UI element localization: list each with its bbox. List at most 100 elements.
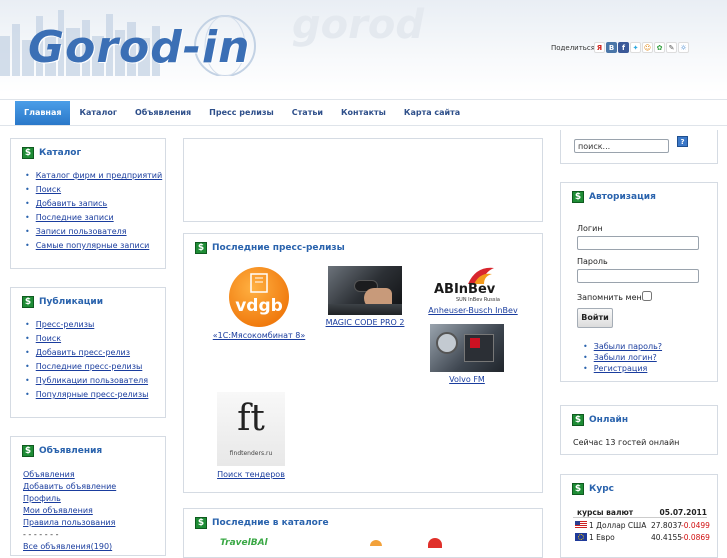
menu-item[interactable]: Добавить пресс-релиз <box>25 346 148 360</box>
main-nav: Главная Каталог Объявления Пресс релизы … <box>0 99 727 126</box>
rates-header-label: курсы валют <box>577 508 634 517</box>
bookmark-icon[interactable]: ✎ <box>666 42 677 53</box>
twitter-icon[interactable]: ✦ <box>630 42 641 53</box>
people-icon[interactable]: ☺ <box>642 42 653 53</box>
nav-item-home[interactable]: Главная <box>15 101 71 125</box>
login-field[interactable] <box>577 236 699 250</box>
nav-item-ads[interactable]: Объявления <box>126 101 200 125</box>
menu-item[interactable]: Добавить запись <box>25 197 162 211</box>
rate-row: 1 Евро 40.4155 -0.0869 <box>575 532 711 543</box>
rates-header: курсы валют 05.07.2011 <box>573 507 707 518</box>
dollar-icon: $ <box>572 191 584 203</box>
banner-box <box>183 138 543 222</box>
publications-title: $ Публикации <box>22 296 103 308</box>
menu-item[interactable]: Объявления <box>23 469 116 481</box>
password-field[interactable] <box>577 269 699 283</box>
site-header: gorod Gorod-in Поделиться Я B f ✦ ☺ ✿ ✎ … <box>0 0 727 93</box>
menu-item[interactable]: Последние записи <box>25 211 162 225</box>
menu-item[interactable]: Поиск <box>25 332 148 346</box>
catalog-box: $ Каталог Каталог фирм и предприятий Пои… <box>10 138 166 269</box>
findtenders-logo[interactable]: ft findtenders.ru <box>217 392 285 466</box>
findtenders-logo-sub: findtenders.ru <box>229 450 273 457</box>
publications-box: $ Публикации Пресс-релизы Поиск Добавить… <box>10 287 166 418</box>
menu-separator: - - - - - - - <box>23 530 59 539</box>
dollar-icon: $ <box>22 445 34 457</box>
menu-item[interactable]: Записи пользователя <box>25 225 162 239</box>
vk-icon[interactable]: B <box>606 42 617 53</box>
catalog-item-graphic[interactable] <box>428 538 442 548</box>
press-caption[interactable]: Anheuser-Busch InBev <box>420 306 526 315</box>
remember-checkbox[interactable] <box>642 291 652 301</box>
engine-photo[interactable] <box>430 324 504 372</box>
nav-item-catalog[interactable]: Каталог <box>70 101 126 125</box>
rates-title: $ Курс <box>572 483 614 495</box>
nav-item-sitemap[interactable]: Карта сайта <box>395 101 469 125</box>
nav-item-contacts[interactable]: Контакты <box>332 101 395 125</box>
press-caption[interactable]: Volvo FM <box>424 375 510 384</box>
catalog-title: $ Каталог <box>22 147 81 159</box>
login-label: Логин <box>577 224 603 233</box>
abinbev-logo[interactable]: ABInBev SUN InBev Russia <box>430 264 508 306</box>
menu-item[interactable]: Все объявления(190) <box>23 541 116 553</box>
share-label: Поделиться <box>551 44 595 52</box>
catalog-menu: Каталог фирм и предприятий Поиск Добавит… <box>25 169 162 253</box>
abinbev-logo-text: ABInBev <box>434 282 496 297</box>
rates-date: 05.07.2011 <box>659 508 707 517</box>
menu-item[interactable]: Публикации пользователя <box>25 374 148 388</box>
nav-item-articles[interactable]: Статьи <box>283 101 332 125</box>
mail-icon[interactable]: ✿ <box>654 42 665 53</box>
nav-item-press[interactable]: Пресс релизы <box>200 101 283 125</box>
menu-item[interactable]: Профиль <box>23 493 116 505</box>
forgot-login-link[interactable]: Забыли логин? <box>583 352 662 363</box>
catalog-item-graphic[interactable] <box>370 540 382 546</box>
catalog-item-logo[interactable]: TravelBAl <box>220 538 268 548</box>
press-title: $ Последние пресс-релизы <box>195 242 345 254</box>
menu-item[interactable]: Добавить объявление <box>23 481 116 493</box>
menu-item[interactable]: Поиск <box>25 183 162 197</box>
menu-item[interactable]: Мои объявления <box>23 505 116 517</box>
press-caption[interactable]: MAGIC CODE PRO 2 <box>318 318 412 327</box>
register-link[interactable]: Регистрация <box>583 363 662 374</box>
remember-label: Запомнить меня <box>577 293 647 302</box>
online-count: Сейчас 13 гостей онлайн <box>573 438 680 447</box>
vdgb-logo-text: vdgb <box>235 296 283 316</box>
vdgb-logo[interactable]: vdgb <box>226 266 292 328</box>
search-box: ? <box>560 130 718 164</box>
press-caption[interactable]: Поиск тендеров <box>208 470 294 479</box>
press-caption[interactable]: «1С:Мясокомбинат 8» <box>206 331 312 340</box>
facebook-icon[interactable]: f <box>618 42 629 53</box>
site-logo[interactable]: Gorod-in <box>28 22 250 73</box>
auth-title: $ Авторизация <box>572 191 656 203</box>
ads-box: $ Объявления Объявления Добавить объявле… <box>10 436 166 556</box>
search-input[interactable] <box>574 139 669 153</box>
menu-item[interactable]: Популярные пресс-релизы <box>25 388 149 402</box>
odnoklassniki-icon[interactable]: ☼ <box>678 42 689 53</box>
dollar-icon: $ <box>22 147 34 159</box>
menu-item[interactable]: Правила пользования <box>23 517 116 529</box>
menu-item[interactable]: Самые популярные записи <box>25 239 162 253</box>
findtenders-logo-text: ft <box>237 398 265 439</box>
rate-row: 1 Доллар США 27.8037 -0.0499 <box>575 520 711 531</box>
help-icon[interactable]: ? <box>677 136 688 147</box>
forgot-password-link[interactable]: Забыли пароль? <box>583 341 662 352</box>
menu-item[interactable]: Последние пресс-релизы <box>25 360 148 374</box>
us-flag-icon <box>575 521 587 529</box>
yandex-icon[interactable]: Я <box>594 42 605 53</box>
latest-catalog-title: $ Последние в каталоге <box>195 517 329 529</box>
share-icons: Я B f ✦ ☺ ✿ ✎ ☼ <box>594 42 689 53</box>
password-label: Пароль <box>577 257 608 266</box>
menu-item[interactable]: Каталог фирм и предприятий <box>25 169 162 183</box>
auth-links: Забыли пароль? Забыли логин? Регистрация <box>583 341 662 374</box>
login-button[interactable]: Войти <box>577 308 613 328</box>
menu-item[interactable]: Пресс-релизы <box>25 318 148 332</box>
dollar-icon: $ <box>22 296 34 308</box>
dollar-icon: $ <box>572 414 584 426</box>
dollar-icon: $ <box>572 483 584 495</box>
dollar-icon: $ <box>195 242 207 254</box>
online-box: $ Онлайн Сейчас 13 гостей онлайн <box>560 405 718 455</box>
latest-catalog-box: $ Последние в каталоге TravelBAl <box>183 508 543 558</box>
car-key-photo[interactable] <box>328 266 402 315</box>
auth-box: $ Авторизация Логин Пароль Запомнить мен… <box>560 182 718 382</box>
ads-title: $ Объявления <box>22 445 102 457</box>
publications-menu: Пресс-релизы Поиск Добавить пресс-релиз … <box>25 318 149 402</box>
